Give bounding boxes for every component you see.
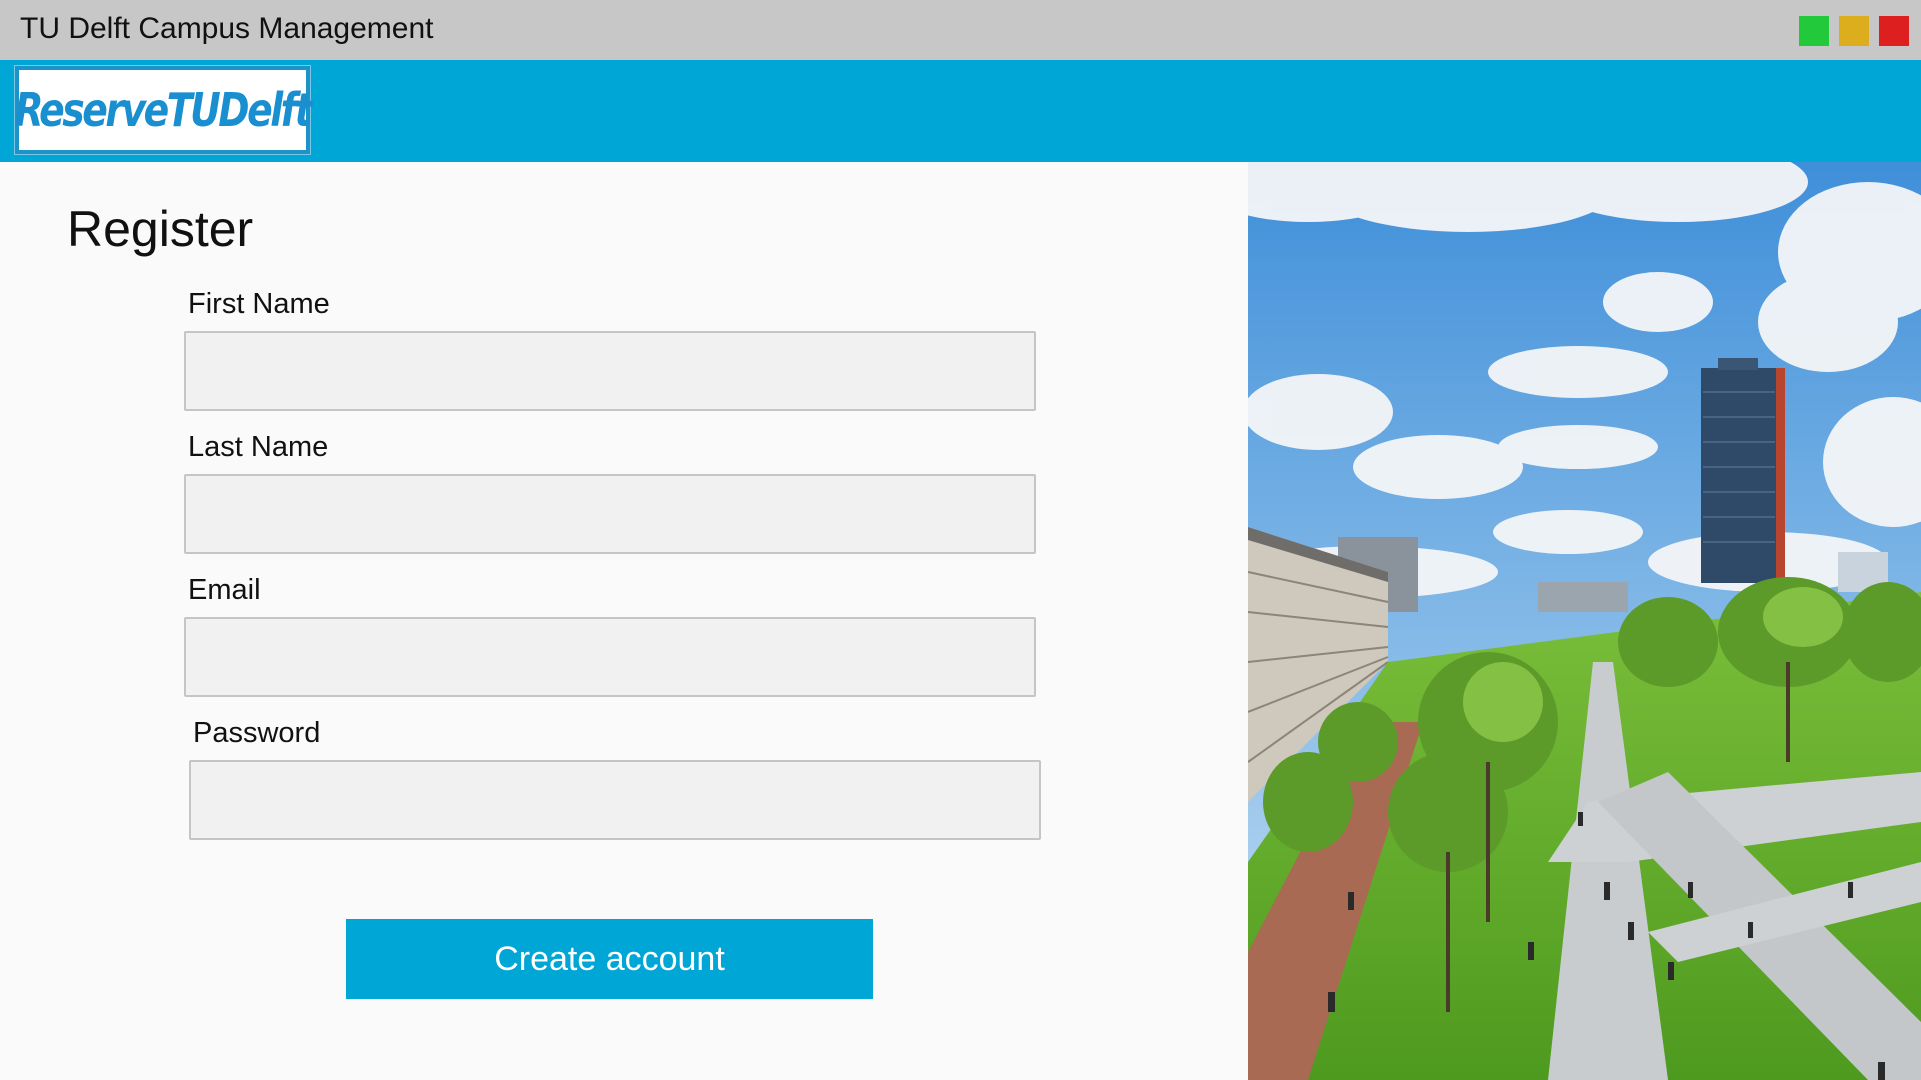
campus-photo bbox=[1248, 162, 1921, 1080]
close-button[interactable] bbox=[1879, 16, 1909, 46]
window-title: TU Delft Campus Management bbox=[20, 12, 434, 45]
app-logo[interactable]: ReserveTUDelft bbox=[14, 65, 313, 155]
register-panel: Register First Name Last Name Email Pass… bbox=[0, 162, 1248, 1080]
page-title: Register bbox=[67, 201, 254, 257]
maximize-button[interactable] bbox=[1839, 16, 1869, 46]
password-field[interactable] bbox=[189, 760, 1041, 840]
email-field[interactable] bbox=[184, 617, 1036, 697]
last-name-label: Last Name bbox=[188, 431, 329, 463]
first-name-label: First Name bbox=[188, 288, 330, 320]
password-label: Password bbox=[193, 717, 321, 749]
minimize-button[interactable] bbox=[1799, 16, 1829, 46]
create-account-button[interactable]: Create account bbox=[346, 919, 873, 999]
app-header: ReserveTUDelft bbox=[0, 60, 1921, 162]
last-name-field[interactable] bbox=[184, 474, 1036, 554]
logo-text: ReserveTUDelft bbox=[14, 83, 313, 137]
email-label: Email bbox=[188, 574, 261, 606]
first-name-field[interactable] bbox=[184, 331, 1036, 411]
campus-illustration bbox=[1248, 162, 1921, 1080]
window-titlebar: TU Delft Campus Management bbox=[0, 0, 1921, 60]
